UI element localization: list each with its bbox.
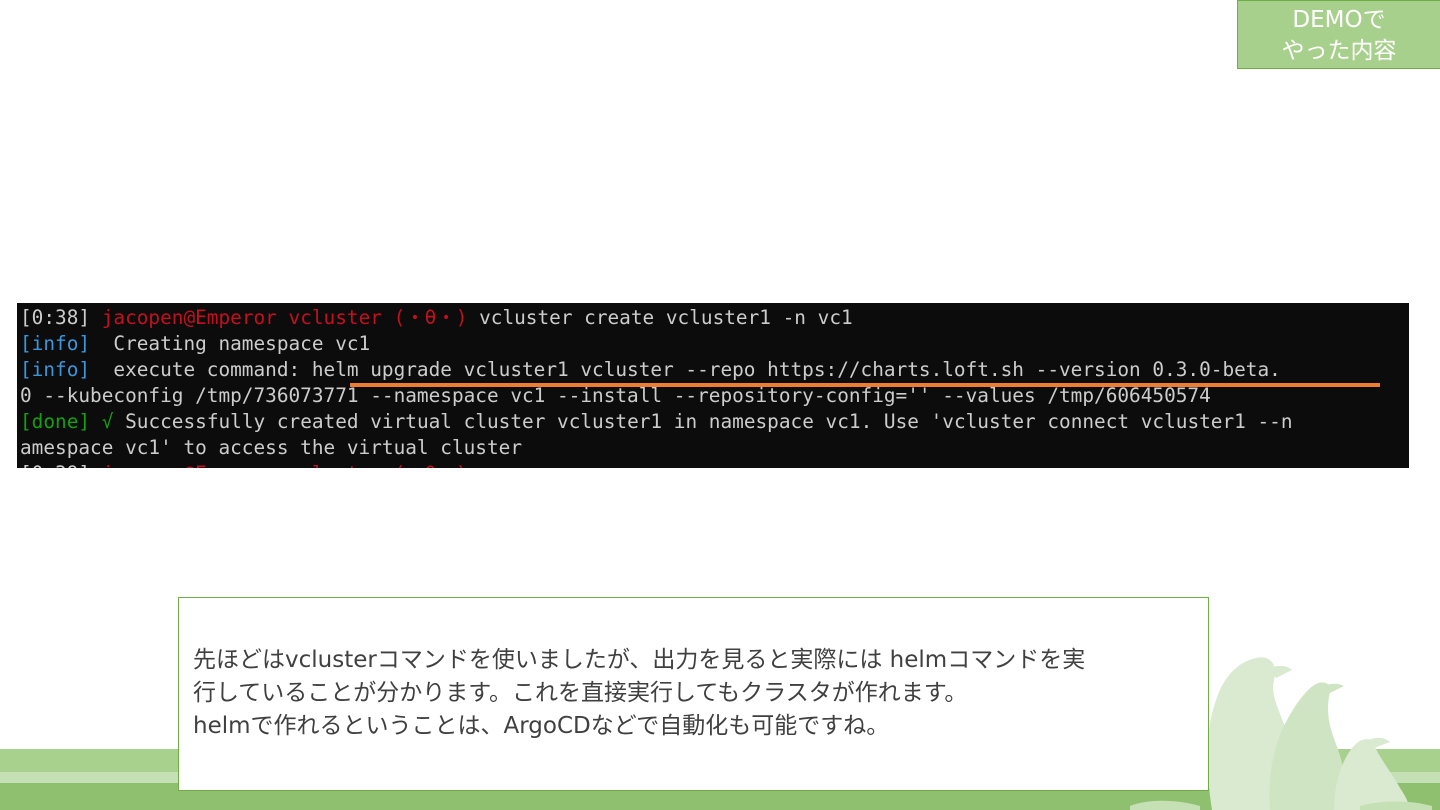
description-line-2: 行していることが分かります。これを直接実行してもクラスタが作れます。	[193, 680, 968, 706]
terminal-line-1: [0:38] jacopen@Emperor vcluster (・θ・) vc…	[20, 305, 853, 331]
prompt-user: jacopen@Emperor vcluster (・θ・)	[101, 306, 468, 329]
demo-tag-line1: DEMOで	[1292, 7, 1386, 33]
description-box: 先ほどはvclusterコマンドを使いましたが、出力を見ると実際には helmコ…	[178, 597, 1209, 791]
terminal-line-5: [done] √ Successfully created virtual cl…	[20, 409, 1293, 435]
description-line-1: 先ほどはvclusterコマンドを使いましたが、出力を見ると実際には helmコ…	[193, 647, 1086, 673]
info-tag: [info]	[20, 332, 91, 355]
execute-command-text: execute command: helm upgrade vcluster1 …	[90, 358, 1281, 381]
prompt-time: [0:38]	[20, 306, 91, 329]
demo-tag: DEMOで やった内容	[1237, 0, 1440, 69]
terminal-line-2: [info] Creating namespace vc1	[20, 331, 370, 357]
info-text: Creating namespace vc1	[90, 332, 371, 355]
description-line-3: helmで作れるということは、ArgoCDなどで自動化も可能ですね。	[193, 713, 890, 739]
demo-tag-line2: やった内容	[1281, 38, 1397, 64]
command-continuation: 0 --kubeconfig /tmp/736073771 --namespac…	[20, 384, 1211, 407]
done-text: Successfully created virtual cluster vcl…	[125, 410, 1293, 433]
terminal-line-4: 0 --kubeconfig /tmp/736073771 --namespac…	[20, 383, 1211, 409]
terminal-screenshot: ▔▔ ▔ ▔▔▔ ▔▔ ▔▔▔▔▔ ▔ [0:38] jacopen@Emper…	[17, 303, 1409, 468]
prompt-command: vcluster create vcluster1 -n vc1	[479, 306, 853, 329]
terminal-line-7-cut: [0:39] jacopen@Emperor vcluster (・θ・)	[20, 461, 467, 468]
done-continuation: amespace vc1' to access the virtual clus…	[20, 436, 522, 459]
terminal-line-3: [info] execute command: helm upgrade vcl…	[20, 357, 1281, 383]
done-tag: [done] √	[20, 410, 114, 433]
terminal-line-6: amespace vc1' to access the virtual clus…	[20, 435, 522, 461]
info-tag: [info]	[20, 358, 91, 381]
